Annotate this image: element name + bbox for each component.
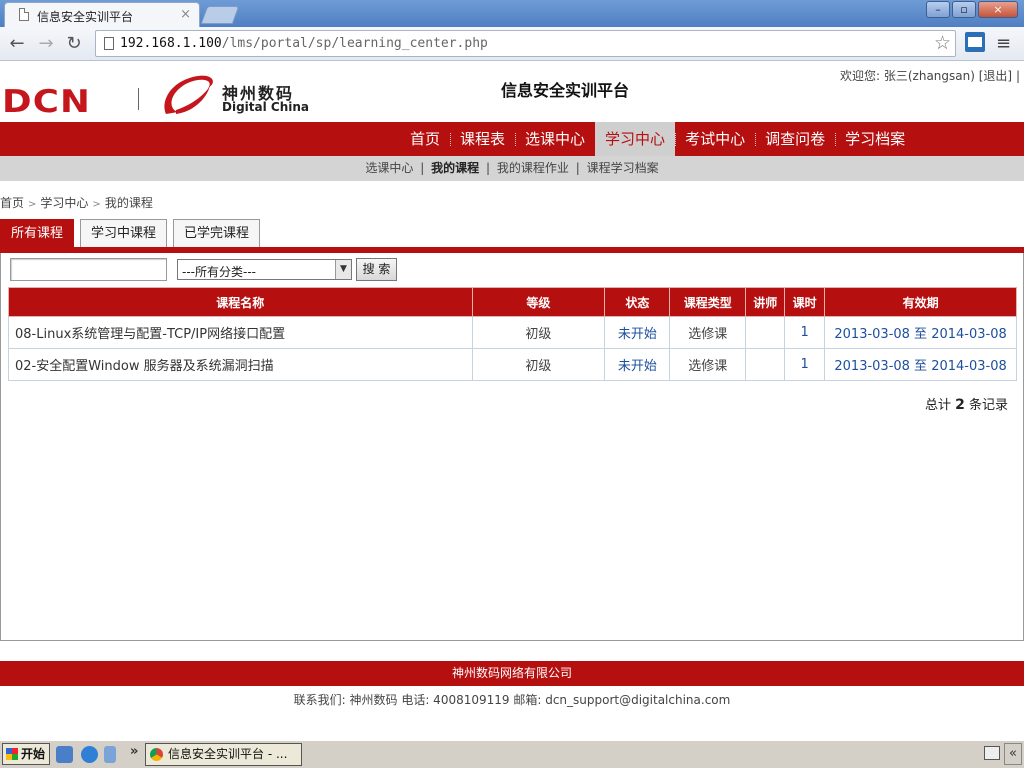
search-input[interactable] [10, 258, 167, 281]
total-count: 2 [955, 397, 965, 413]
nav-learning-center[interactable]: 学习中心 [595, 122, 676, 156]
breadcrumb: 首页 > 学习中心 > 我的课程 [0, 196, 153, 210]
table-row: 08-Linux系统管理与配置-TCP/IP网络接口配置 初级 未开始 选修课 … [8, 316, 1017, 349]
subnav-my-assignments[interactable]: 我的课程作业 [497, 161, 569, 175]
nav-survey[interactable]: 调查问卷 [755, 122, 835, 156]
subnav-learning-archive[interactable]: 课程学习档案 [587, 161, 659, 175]
table-header-row: 课程名称 等级 状态 课程类型 讲师 课时 有效期 [8, 287, 1017, 317]
col-course-name: 课程名称 [8, 287, 473, 317]
breadcrumb-my-courses: 我的课程 [104, 196, 153, 210]
chevron-down-icon[interactable]: ▼ [335, 260, 351, 279]
category-selected-value: ---所有分类--- [182, 265, 256, 279]
col-teacher: 讲师 [745, 287, 786, 317]
bookmark-star-icon[interactable]: ☆ [934, 32, 951, 54]
logout-link[interactable]: [退出] [979, 69, 1012, 83]
nav-schedule[interactable]: 课程表 [450, 122, 515, 156]
tray-expand-icon[interactable]: « [1004, 743, 1022, 765]
new-tab-button[interactable] [200, 6, 240, 24]
total-records: 总计 2 条记录 [924, 397, 1008, 413]
nav-exam-center[interactable]: 考试中心 [675, 122, 755, 156]
course-name[interactable]: 08-Linux系统管理与配置-TCP/IP网络接口配置 [8, 316, 473, 349]
forward-arrow-icon[interactable]: → [35, 33, 57, 55]
course-name[interactable]: 02-安全配置Window 服务器及系统漏洞扫描 [8, 348, 473, 381]
tab-completed-courses[interactable]: 已学完课程 [173, 219, 261, 247]
browser-toolbar: ← → ↻ 192.168.1.100/lms/portal/sp/learni… [0, 27, 1024, 61]
subnav-course-selection[interactable]: 选课中心 [365, 161, 413, 175]
category-select[interactable]: ---所有分类--- ▼ [177, 259, 352, 280]
os-taskbar: 开始 » 信息安全实训平台 - ... « [0, 740, 1024, 768]
taskbar-item-browser[interactable]: 信息安全实训平台 - ... [145, 743, 302, 766]
tab-in-progress-courses[interactable]: 学习中课程 [80, 219, 168, 247]
welcome-bar: 欢迎您: 张三(zhangsan) [退出] | [840, 67, 1020, 84]
close-window-button[interactable]: × [978, 1, 1018, 18]
tab-close-icon[interactable]: × [180, 7, 191, 22]
course-validity: 2013-03-08 至 2014-03-08 [824, 348, 1017, 381]
back-arrow-icon[interactable]: ← [6, 33, 28, 55]
course-status[interactable]: 未开始 [604, 316, 671, 349]
logo-english-name: Digital China [222, 100, 310, 114]
nav-learning-archive[interactable]: 学习档案 [835, 122, 915, 156]
browser-menu-icon[interactable]: ≡ [996, 33, 1011, 54]
course-hours[interactable]: 1 [784, 348, 826, 381]
subnav-my-courses[interactable]: 我的课程 [431, 161, 479, 175]
course-tabs: 所有课程 学习中课程 已学完课程 [0, 219, 266, 247]
breadcrumb-learning-center[interactable]: 学习中心 [40, 196, 88, 210]
extension-icon[interactable] [965, 32, 985, 52]
browser-tab-strip: 信息安全实训平台 × – ▫ × [0, 0, 1024, 27]
col-course-type: 课程类型 [669, 287, 747, 317]
course-level: 初级 [471, 316, 606, 349]
reload-icon[interactable]: ↻ [63, 33, 85, 55]
show-desktop-icon[interactable] [56, 746, 73, 763]
user-name: 张三(zhangsan) [883, 69, 975, 83]
main-nav: 首页 课程表 选课中心 学习中心 考试中心 调查问卷 学习档案 [0, 122, 1024, 156]
page-info-icon [104, 37, 114, 50]
welcome-label: 欢迎您: [839, 69, 881, 83]
sub-nav: 选课中心 | 我的课程 | 我的课程作业 | 课程学习档案 [0, 156, 1024, 181]
window-controls: – ▫ × [926, 1, 1018, 18]
minimize-button[interactable]: – [926, 1, 950, 18]
col-level: 等级 [471, 287, 606, 317]
keyboard-tray-icon[interactable] [984, 746, 1000, 760]
footer-company: 神州数码网络有限公司 [0, 661, 1024, 686]
course-type: 选修课 [669, 316, 747, 349]
course-teacher [745, 316, 786, 349]
tab-title: 信息安全实训平台 [37, 10, 134, 24]
col-status: 状态 [604, 287, 671, 317]
course-teacher [745, 348, 786, 381]
table-row: 02-安全配置Window 服务器及系统漏洞扫描 初级 未开始 选修课 1 20… [8, 348, 1017, 381]
tab-all-courses[interactable]: 所有课程 [0, 219, 75, 247]
course-level: 初级 [471, 348, 606, 381]
nav-home[interactable]: 首页 [400, 122, 450, 156]
course-status[interactable]: 未开始 [604, 348, 671, 381]
restore-button[interactable]: ▫ [952, 1, 976, 18]
course-hours[interactable]: 1 [784, 316, 826, 349]
ie-browser-icon[interactable] [81, 746, 98, 763]
quick-launch-overflow-icon[interactable]: » [130, 744, 138, 759]
browser-tab[interactable]: 信息安全实训平台 × [4, 2, 200, 27]
col-validity: 有效期 [824, 287, 1017, 317]
breadcrumb-home[interactable]: 首页 [0, 196, 24, 210]
quick-launch-icon[interactable] [104, 746, 116, 763]
address-bar[interactable]: 192.168.1.100/lms/portal/sp/learning_cen… [95, 30, 956, 57]
url-text: 192.168.1.100/lms/portal/sp/learning_cen… [120, 36, 488, 51]
nav-course-selection[interactable]: 选课中心 [515, 122, 595, 156]
welcome-separator: | [1015, 69, 1020, 83]
col-hours: 课时 [784, 287, 826, 317]
start-button[interactable]: 开始 [2, 743, 50, 765]
footer-contact: 联系我们: 神州数码 电话: 4008109119 邮箱: dcn_suppor… [293, 693, 731, 707]
course-validity: 2013-03-08 至 2014-03-08 [824, 316, 1017, 349]
course-type: 选修课 [669, 348, 747, 381]
course-table: 课程名称 等级 状态 课程类型 讲师 课时 有效期 08-Linux系统管理与配… [8, 287, 1017, 381]
search-button[interactable]: 搜 索 [356, 258, 397, 281]
page-icon [19, 8, 29, 21]
